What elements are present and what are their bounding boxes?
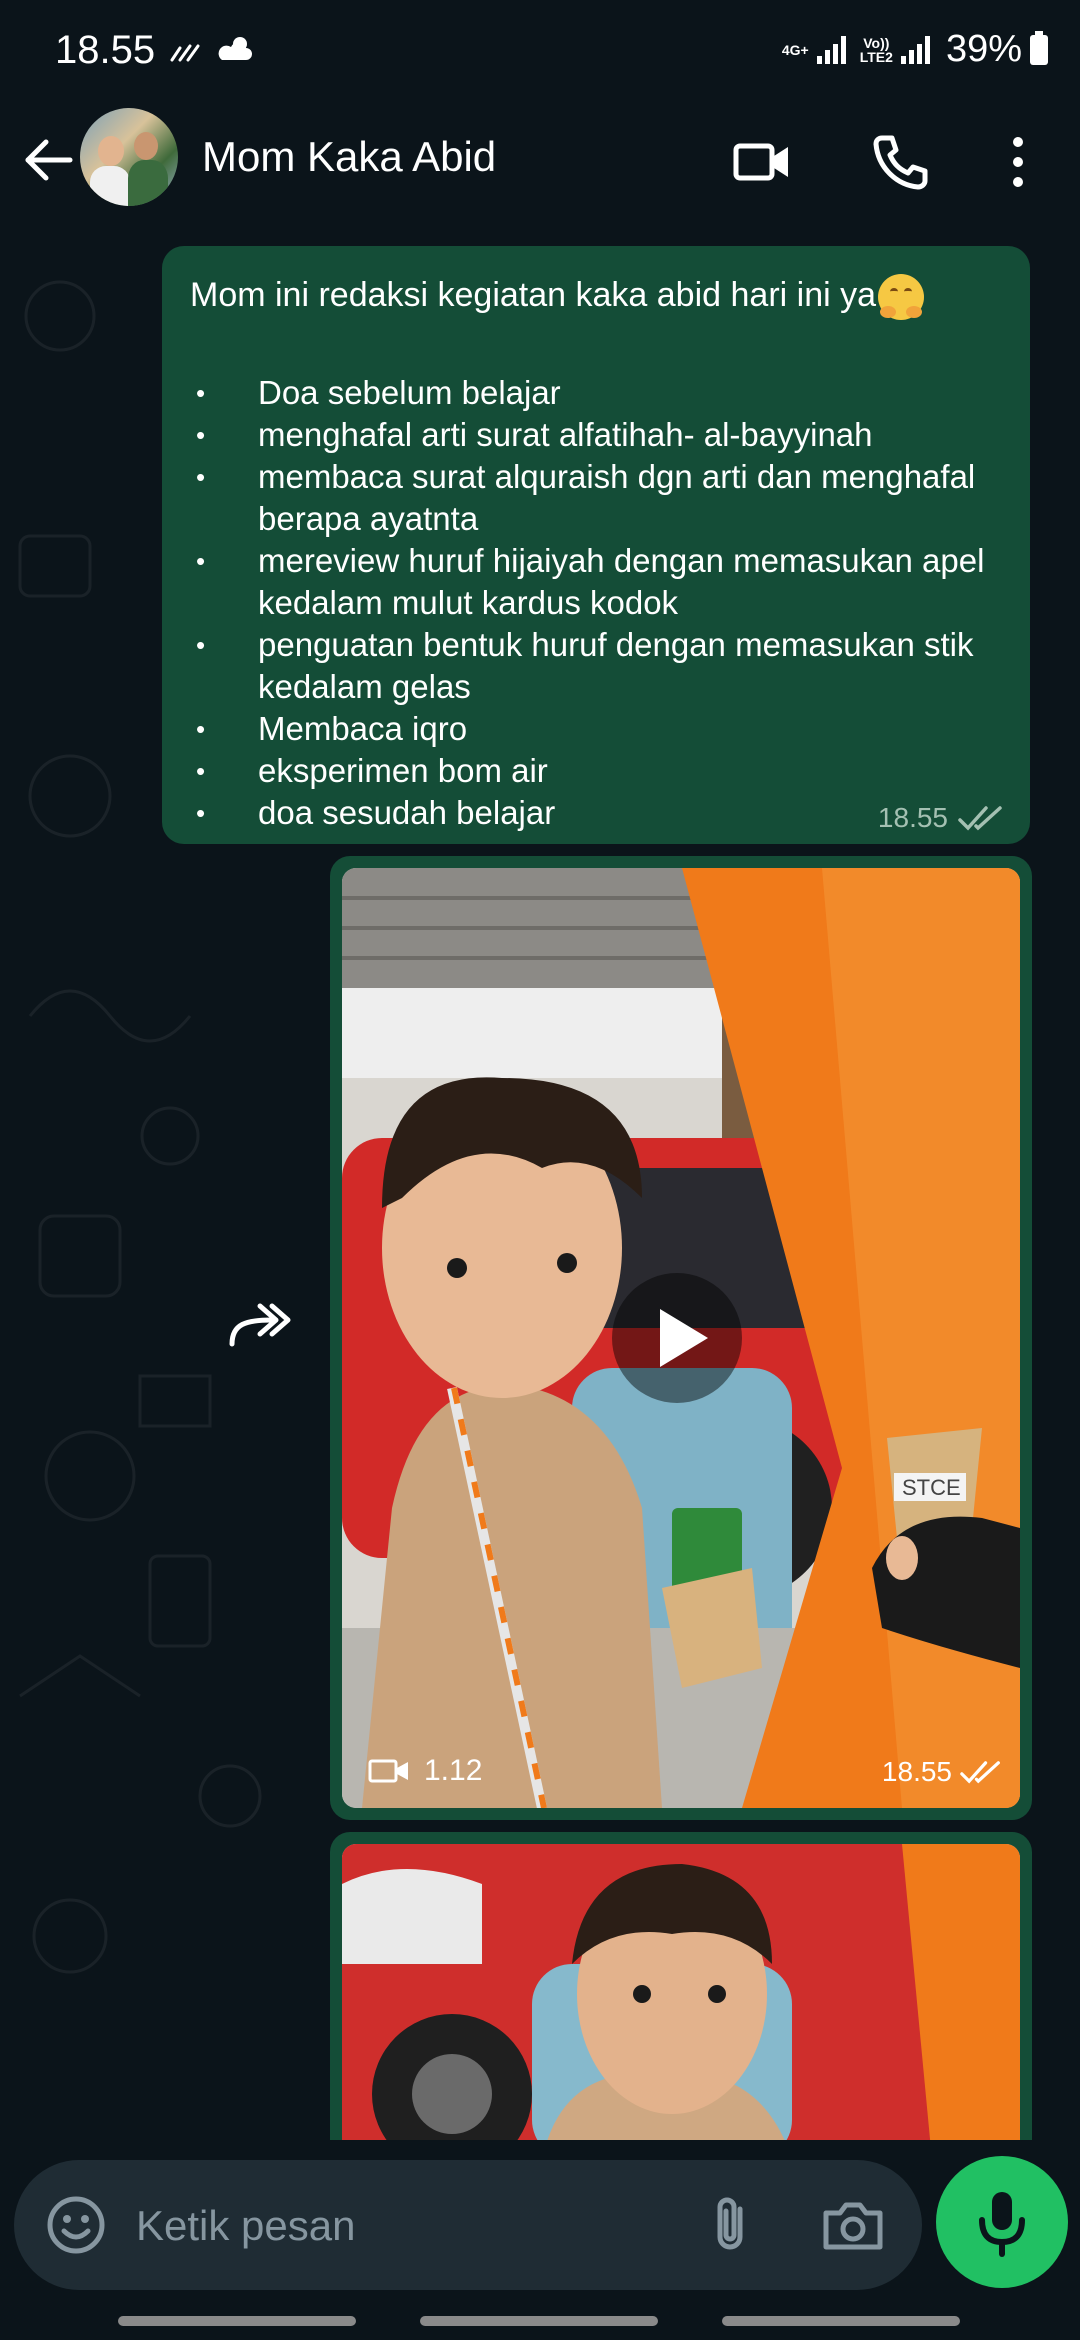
microphone-icon — [979, 2192, 1025, 2257]
volte-indicator: Vo)) LTE2 — [860, 36, 893, 64]
outgoing-media-message[interactable] — [330, 1832, 1032, 2140]
message-input-container[interactable]: Ketik pesan — [14, 2160, 922, 2290]
double-check-icon — [960, 1761, 1000, 1784]
list-item: Membaca iqro — [196, 708, 1016, 750]
video-duration-text: 1.12 — [424, 1754, 483, 1787]
status-bar: 18.55 4G+ Vo)) LTE2 39% — [0, 0, 1080, 100]
message-intro: Mom ini redaksi kegiatan kaka abid hari … — [190, 274, 925, 320]
weather-icon — [218, 37, 252, 60]
forward-icon[interactable] — [226, 1298, 294, 1350]
emoji-icon[interactable] — [44, 2193, 108, 2257]
message-input[interactable]: Ketik pesan — [136, 2202, 355, 2250]
back-arrow-icon[interactable] — [20, 130, 80, 190]
list-item: eksperimen bom air — [196, 750, 1016, 792]
message-time: 18.55 — [877, 802, 948, 833]
data-saver-icon — [170, 44, 200, 62]
status-right-icons: 4G+ Vo)) LTE2 39% — [782, 28, 1048, 71]
list-item: Doa sebelum belajar — [196, 372, 1016, 414]
network-type-1: 4G+ — [781, 41, 809, 58]
list-item: mereview huruf hijaiyah dengan memasukan… — [196, 540, 1016, 624]
signal-1-icon — [816, 35, 846, 64]
voice-message-button[interactable] — [936, 2156, 1068, 2288]
contact-name[interactable]: Mom Kaka Abid — [202, 133, 496, 181]
system-navigation-bar — [0, 2312, 1080, 2340]
activity-list: Doa sebelum belajar menghafal arti surat… — [196, 372, 1016, 834]
nav-handle[interactable] — [420, 2316, 658, 2326]
battery-percentage: 39% — [945, 28, 1022, 70]
media-thumbnail[interactable] — [342, 1844, 1020, 2140]
cup-label-text: STCE — [902, 1475, 961, 1500]
video-camera-icon — [368, 1759, 408, 1783]
list-item: menghafal arti surat alfatihah- al-bayyi… — [196, 414, 1016, 456]
message-meta: 18.55 — [878, 802, 1004, 834]
video-time: 18.55 — [881, 1756, 952, 1787]
more-options-icon[interactable] — [990, 130, 1046, 194]
nav-handle[interactable] — [722, 2316, 960, 2326]
voice-call-icon[interactable] — [868, 130, 932, 194]
contact-avatar[interactable] — [80, 108, 178, 206]
outgoing-video-message[interactable]: STCE 1.12 18.55 — [330, 856, 1032, 1820]
list-item: membaca surat alquraish dgn arti dan men… — [196, 456, 1016, 540]
volte-top: Vo)) — [863, 34, 890, 51]
composer-bar: Ketik pesan — [0, 2140, 1080, 2340]
hugging-face-emoji-icon — [878, 274, 925, 320]
chat-header: Mom Kaka Abid — [0, 100, 1080, 236]
video-call-icon[interactable] — [730, 130, 794, 194]
play-button[interactable] — [612, 1273, 742, 1403]
play-icon — [660, 1309, 708, 1367]
video-thumbnail[interactable]: STCE 1.12 18.55 — [342, 868, 1020, 1808]
nav-handle[interactable] — [118, 2316, 356, 2326]
video-duration: 1.12 — [368, 1754, 482, 1788]
attach-icon[interactable] — [702, 2195, 762, 2255]
list-item: penguatan bentuk huruf dengan memasukan … — [196, 624, 1016, 708]
signal-2-icon — [900, 35, 930, 64]
message-intro-text: Mom ini redaksi kegiatan kaka abid hari … — [190, 275, 877, 314]
video-meta: 18.55 — [882, 1756, 1002, 1788]
chat-area[interactable]: Mom ini redaksi kegiatan kaka abid hari … — [0, 236, 1080, 2140]
camera-icon[interactable] — [820, 2195, 886, 2255]
volte-bottom: LTE2 — [859, 48, 893, 65]
status-notification-icons — [168, 34, 254, 64]
status-time: 18.55 — [55, 28, 156, 72]
battery-icon — [1030, 30, 1048, 65]
double-check-icon — [958, 806, 1002, 831]
outgoing-text-message[interactable]: Mom ini redaksi kegiatan kaka abid hari … — [162, 246, 1030, 844]
media-thumbnail-image — [342, 1844, 1020, 2140]
